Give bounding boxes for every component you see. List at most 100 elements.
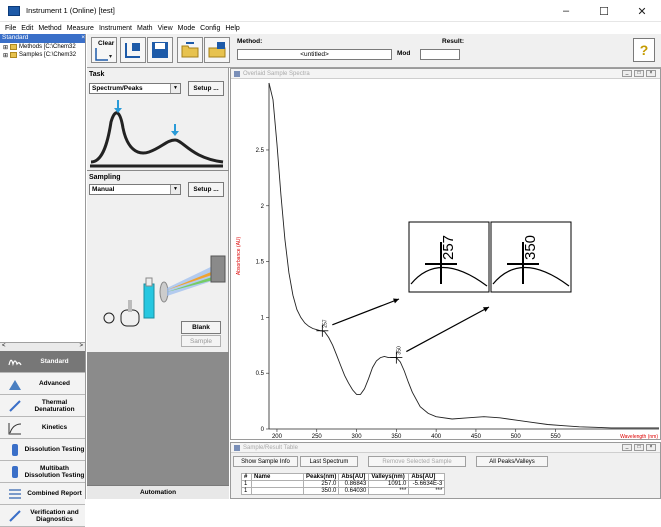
last-spectrum-button[interactable]: Last Spectrum — [300, 456, 358, 467]
nav-standard[interactable]: Standard — [0, 351, 85, 373]
window-maximize-button[interactable]: □ — [634, 70, 644, 77]
table-cell — [251, 487, 304, 495]
minimize-button[interactable]: – — [547, 0, 585, 22]
open-samples-button[interactable] — [177, 37, 203, 63]
window-minimize-button[interactable]: _ — [622, 444, 632, 451]
verification-icon — [9, 510, 21, 522]
save-samples-icon — [208, 42, 226, 58]
menu-help[interactable]: Help — [225, 25, 239, 32]
save-icon — [152, 42, 168, 58]
nav-dissolution-testing[interactable]: Dissolution Testing — [0, 439, 85, 461]
window-close-button[interactable]: × — [646, 70, 656, 77]
callout-arrow — [406, 306, 490, 353]
all-peaks-valleys-button[interactable]: All Peaks/Valleys — [476, 456, 548, 467]
expand-icon[interactable]: ⊞ — [3, 44, 8, 51]
peak-arrow-icon — [114, 100, 122, 113]
save-samples-button[interactable] — [204, 37, 230, 63]
x-tick-label: 200 — [272, 434, 283, 439]
menu-file[interactable]: File — [5, 25, 16, 32]
result-field — [420, 49, 460, 60]
section-divider — [87, 170, 229, 171]
column-header[interactable]: Name — [251, 473, 304, 481]
open-method-button[interactable] — [120, 37, 146, 63]
nav-multibath-dissolution-testing[interactable]: Multibath Dissolution Testing — [0, 461, 85, 483]
maximize-button[interactable]: ☐ — [585, 0, 623, 22]
scroll-left-icon[interactable]: < — [2, 343, 6, 351]
menu-method[interactable]: Method — [38, 25, 61, 32]
task-panel: Task Spectrum/Peaks ▼ Setup ... Sampling… — [87, 68, 229, 352]
task-setup-button[interactable]: Setup ... — [188, 81, 224, 96]
sampling-label: Sampling — [89, 174, 121, 181]
x-axis-label: Wavelength (nm) — [620, 434, 658, 439]
spectrum-chart[interactable]: 200 250 300 350 400 450 500 550 0 0.5 1 1.5 2 2.5 Wave… — [231, 79, 660, 439]
nav-label: Verification and Diagnostics — [30, 508, 79, 523]
menu-bar: File Edit Method Measure Instrument Math… — [0, 22, 661, 34]
nav-advanced[interactable]: Advanced — [0, 373, 85, 395]
column-header[interactable]: Peaks(nm) — [302, 473, 340, 481]
help-button[interactable]: ? — [633, 38, 655, 62]
tree-item-methods[interactable]: ⊞ Methods [C:\Chem32 — [0, 43, 85, 51]
task-label: Task — [89, 71, 105, 78]
menu-instrument[interactable]: Instrument — [99, 25, 132, 32]
scroll-right-icon[interactable]: > — [79, 343, 83, 351]
menu-math[interactable]: Math — [137, 25, 153, 32]
nav-thermal-denaturation[interactable]: Thermal Denaturation — [0, 395, 85, 417]
folder-icon — [10, 44, 18, 50]
result-window-title: Sample/Result Table — [243, 444, 298, 451]
folder-icon — [10, 52, 18, 58]
window-close-button[interactable]: × — [646, 444, 656, 451]
tree-view: ⊞ Methods [C:\Chem32 ⊞ Samples [C:\Chem3… — [0, 43, 85, 343]
column-header[interactable]: Valleys(nm) — [368, 473, 410, 481]
close-button[interactable]: ✕ — [623, 0, 661, 22]
tree-item-samples[interactable]: ⊞ Samples [C:\Chem32 — [0, 51, 85, 59]
table-row[interactable]: 1 350.0 0.64030 *** *** — [241, 487, 446, 495]
table-cell — [251, 480, 304, 488]
nav-kinetics[interactable]: Kinetics — [0, 417, 85, 439]
tree-scrollbar[interactable]: < > — [0, 343, 85, 351]
menu-edit[interactable]: Edit — [21, 25, 33, 32]
nav-label: Kinetics — [41, 424, 68, 431]
table-cell: 1 — [241, 480, 252, 488]
tree-close-icon[interactable]: × — [81, 34, 85, 43]
sample-button[interactable]: Sample — [181, 335, 221, 347]
y-tick-label: 2.5 — [256, 148, 265, 154]
method-open-icon — [125, 43, 140, 58]
zoom-label: 350 — [522, 235, 539, 260]
menu-view[interactable]: View — [158, 25, 173, 32]
remove-selected-sample-button[interactable]: Remove Selected Sample — [368, 456, 466, 467]
blank-button[interactable]: Blank — [181, 321, 221, 334]
save-method-button[interactable] — [147, 37, 173, 63]
chevron-down-icon[interactable]: ▼ — [170, 84, 180, 93]
nav-combined-report[interactable]: Combined Report — [0, 483, 85, 505]
spectra-window: Overlaid Sample Spectra _ □ × 200 250 300 3… — [230, 68, 661, 440]
clear-icon — [95, 48, 112, 61]
tree-header-label: Standard — [2, 34, 29, 41]
expand-icon[interactable]: ⊞ — [3, 52, 8, 59]
tree-item-label: Methods [C:\Chem32 — [19, 44, 76, 50]
show-sample-info-button[interactable]: Show Sample Info — [233, 456, 298, 467]
task-select[interactable]: Spectrum/Peaks ▼ — [89, 83, 181, 94]
window-maximize-button[interactable]: □ — [634, 444, 644, 451]
window-title: Instrument 1 (Online) [test] — [26, 6, 115, 15]
nav-verification-diagnostics[interactable]: Verification and Diagnostics — [0, 505, 85, 527]
sampling-select[interactable]: Manual ▼ — [89, 184, 181, 195]
table-cell: -5.6634E-3 — [408, 480, 446, 488]
column-header[interactable]: Abs[AU] — [408, 473, 446, 481]
menu-mode[interactable]: Mode — [178, 25, 196, 32]
folder-open-icon — [181, 42, 199, 58]
column-header[interactable]: # — [241, 473, 252, 481]
table-row[interactable]: 1 257.0 0.86843 1091.0 -5.6634E-3 — [241, 480, 446, 488]
x-tick-label: 500 — [511, 434, 522, 439]
advanced-icon — [9, 380, 21, 390]
clear-button[interactable]: Clear — [91, 37, 117, 63]
chevron-down-icon[interactable]: ▼ — [170, 185, 180, 194]
menu-measure[interactable]: Measure — [67, 25, 94, 32]
column-header[interactable]: Abs[AU] — [338, 473, 370, 481]
sampling-setup-button[interactable]: Setup ... — [188, 182, 224, 197]
window-minimize-button[interactable]: _ — [622, 70, 632, 77]
automation-button[interactable]: Automation — [87, 485, 229, 499]
x-tick-label: 300 — [352, 434, 363, 439]
result-table[interactable]: # Name Peaks(nm) Abs[AU] Valleys(nm) Abs… — [241, 473, 446, 495]
standard-icon — [8, 359, 22, 367]
menu-config[interactable]: Config — [200, 25, 220, 32]
